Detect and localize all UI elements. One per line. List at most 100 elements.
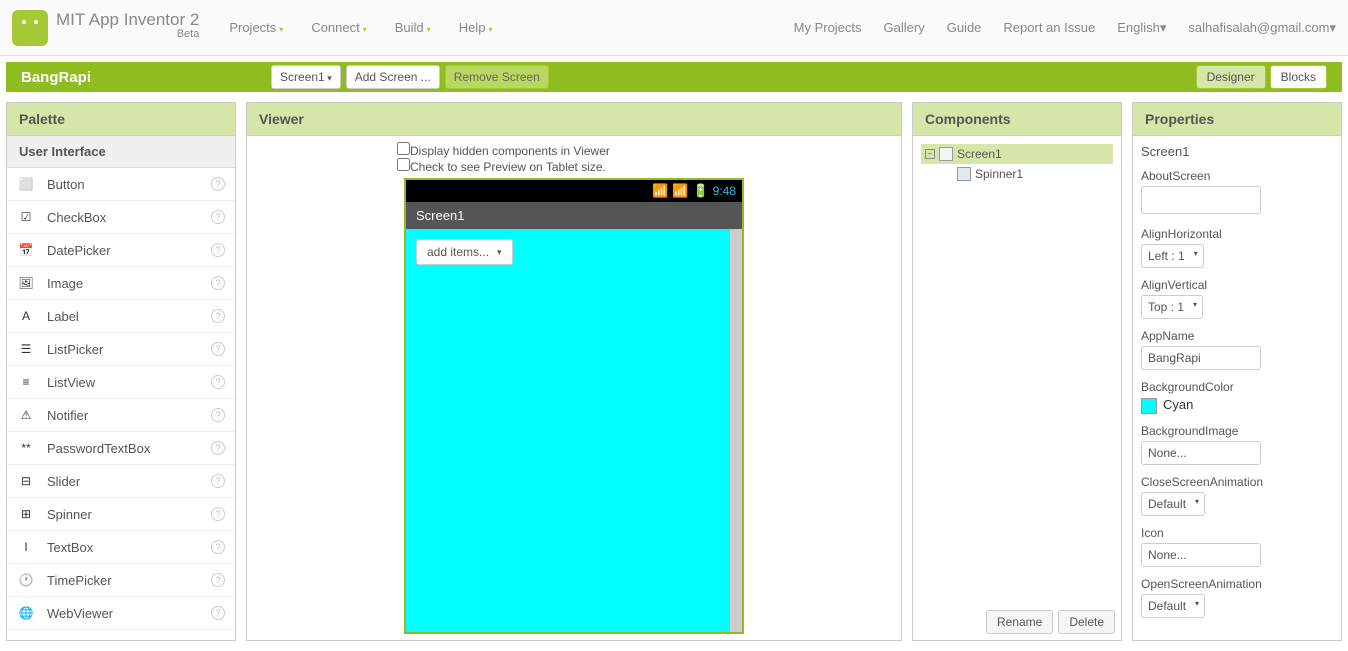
prop-closescreenanimation-select[interactable]: Default xyxy=(1141,492,1205,516)
menu-language[interactable]: English▾ xyxy=(1117,20,1166,36)
project-bar: BangRapi Screen1 Add Screen ... Remove S… xyxy=(6,62,1342,92)
prop-label: CloseScreenAnimation xyxy=(1141,475,1333,489)
palette-item-button[interactable]: ⬜ Button ? xyxy=(7,168,235,201)
link-report-issue[interactable]: Report an Issue xyxy=(1003,20,1095,35)
prop-icon-input[interactable] xyxy=(1141,543,1261,567)
remove-screen-button[interactable]: Remove Screen xyxy=(445,65,549,89)
palette-item-label: Label xyxy=(47,309,211,324)
opt-tablet-preview[interactable]: Check to see Preview on Tablet size. xyxy=(397,158,610,174)
palette-item-listview[interactable]: ≡ ListView ? xyxy=(7,366,235,399)
prop-openscreenanimation-select[interactable]: Default xyxy=(1141,594,1205,618)
prop-label: AlignHorizontal xyxy=(1141,227,1333,241)
datepicker-icon: 📅 xyxy=(17,241,35,259)
tree-toggle-icon[interactable]: − xyxy=(925,149,935,159)
menu-projects[interactable]: Projects▾ xyxy=(229,20,283,35)
help-icon[interactable]: ? xyxy=(211,573,225,587)
menu-account[interactable]: salhafisalah@gmail.com▾ xyxy=(1188,20,1336,36)
phone-scrollbar[interactable] xyxy=(730,229,742,632)
checkbox-tablet[interactable] xyxy=(397,158,410,171)
prop-alignvertical: AlignVertical Top : 1 xyxy=(1141,278,1333,319)
rename-button[interactable]: Rename xyxy=(986,610,1053,634)
menu-build[interactable]: Build▾ xyxy=(395,20,431,35)
screen-body[interactable]: add items... xyxy=(406,229,742,632)
prop-backgroundimage: BackgroundImage xyxy=(1141,424,1333,465)
prop-label: OpenScreenAnimation xyxy=(1141,577,1333,591)
prop-label: AppName xyxy=(1141,329,1333,343)
palette-item-listpicker[interactable]: ☰ ListPicker ? xyxy=(7,333,235,366)
palette-item-label: Spinner xyxy=(47,507,211,522)
help-icon[interactable]: ? xyxy=(211,210,225,224)
spinner-icon: ⊞ xyxy=(17,505,35,523)
link-guide[interactable]: Guide xyxy=(947,20,982,35)
notifier-icon: ⚠ xyxy=(17,406,35,424)
palette-item-slider[interactable]: ⊟ Slider ? xyxy=(7,465,235,498)
palette-item-image[interactable]: 🖼 Image ? xyxy=(7,267,235,300)
help-icon[interactable]: ? xyxy=(211,408,225,422)
prop-backgroundimage-input[interactable] xyxy=(1141,441,1261,465)
delete-button[interactable]: Delete xyxy=(1058,610,1115,634)
help-icon[interactable]: ? xyxy=(211,177,225,191)
opt-hidden-components[interactable]: Display hidden components in Viewer xyxy=(397,142,610,158)
palette-item-timepicker[interactable]: 🕐 TimePicker ? xyxy=(7,564,235,597)
palette-item-label: DatePicker xyxy=(47,243,211,258)
prop-aboutscreen-input[interactable] xyxy=(1141,186,1261,214)
palette-item-label: TimePicker xyxy=(47,573,211,588)
prop-label: BackgroundColor xyxy=(1141,380,1333,394)
help-icon[interactable]: ? xyxy=(211,309,225,323)
app-title: MIT App Inventor 2 xyxy=(56,10,199,30)
help-icon[interactable]: ? xyxy=(211,342,225,356)
app-header: MIT App Inventor 2 Beta Projects▾ Connec… xyxy=(0,0,1348,56)
palette-item-passwordtextbox[interactable]: ** PasswordTextBox ? xyxy=(7,432,235,465)
blocks-button[interactable]: Blocks xyxy=(1270,65,1327,89)
add-screen-button[interactable]: Add Screen ... xyxy=(346,65,440,89)
help-icon[interactable]: ? xyxy=(211,507,225,521)
prop-alignhorizontal-select[interactable]: Left : 1 xyxy=(1141,244,1204,268)
prop-closescreenanimation: CloseScreenAnimation Default xyxy=(1141,475,1333,516)
viewer-body: Display hidden components in Viewer Chec… xyxy=(247,136,901,640)
link-gallery[interactable]: Gallery xyxy=(884,20,925,35)
palette-item-webviewer[interactable]: 🌐 WebViewer ? xyxy=(7,597,235,630)
screen-selector[interactable]: Screen1 xyxy=(271,65,341,89)
prop-backgroundcolor-color[interactable]: Cyan xyxy=(1141,397,1333,414)
signal-icon: 📶 xyxy=(672,183,688,199)
help-icon[interactable]: ? xyxy=(211,606,225,620)
tree-spinner1[interactable]: Spinner1 xyxy=(953,164,1113,184)
help-icon[interactable]: ? xyxy=(211,375,225,389)
prop-icon: Icon xyxy=(1141,526,1333,567)
help-icon[interactable]: ? xyxy=(211,441,225,455)
prop-label: AlignVertical xyxy=(1141,278,1333,292)
palette-item-label[interactable]: A Label ? xyxy=(7,300,235,333)
designer-button[interactable]: Designer xyxy=(1196,65,1266,89)
menu-connect[interactable]: Connect▾ xyxy=(311,20,366,35)
properties-body: Screen1 AboutScreenAlignHorizontalLeft :… xyxy=(1133,136,1341,640)
link-my-projects[interactable]: My Projects xyxy=(794,20,862,35)
palette-section-ui[interactable]: User Interface xyxy=(7,136,235,168)
textbox-icon: I xyxy=(17,538,35,556)
image-icon: 🖼 xyxy=(17,274,35,292)
button-icon: ⬜ xyxy=(17,175,35,193)
help-icon[interactable]: ? xyxy=(211,243,225,257)
palette-item-spinner[interactable]: ⊞ Spinner ? xyxy=(7,498,235,531)
palette-header: Palette xyxy=(7,103,235,136)
palette-item-notifier[interactable]: ⚠ Notifier ? xyxy=(7,399,235,432)
palette-item-label: ListPicker xyxy=(47,342,211,357)
prop-appname: AppName xyxy=(1141,329,1333,370)
prop-appname-input[interactable] xyxy=(1141,346,1261,370)
prop-alignvertical-select[interactable]: Top : 1 xyxy=(1141,295,1203,319)
help-icon[interactable]: ? xyxy=(211,540,225,554)
palette-item-textbox[interactable]: I TextBox ? xyxy=(7,531,235,564)
passwordtextbox-icon: ** xyxy=(17,439,35,457)
prop-alignhorizontal: AlignHorizontal Left : 1 xyxy=(1141,227,1333,268)
screen-title-bar: Screen1 xyxy=(406,202,742,229)
menu-help[interactable]: Help▾ xyxy=(459,20,493,35)
help-icon[interactable]: ? xyxy=(211,276,225,290)
checkbox-icon: ☑ xyxy=(17,208,35,226)
palette-item-datepicker[interactable]: 📅 DatePicker ? xyxy=(7,234,235,267)
palette-item-checkbox[interactable]: ☑ CheckBox ? xyxy=(7,201,235,234)
palette-item-label: PasswordTextBox xyxy=(47,441,211,456)
checkbox-hidden[interactable] xyxy=(397,142,410,155)
tree-screen1[interactable]: − Screen1 xyxy=(921,144,1113,164)
spinner-widget[interactable]: add items... xyxy=(416,239,513,265)
spinner-icon xyxy=(957,167,971,181)
help-icon[interactable]: ? xyxy=(211,474,225,488)
